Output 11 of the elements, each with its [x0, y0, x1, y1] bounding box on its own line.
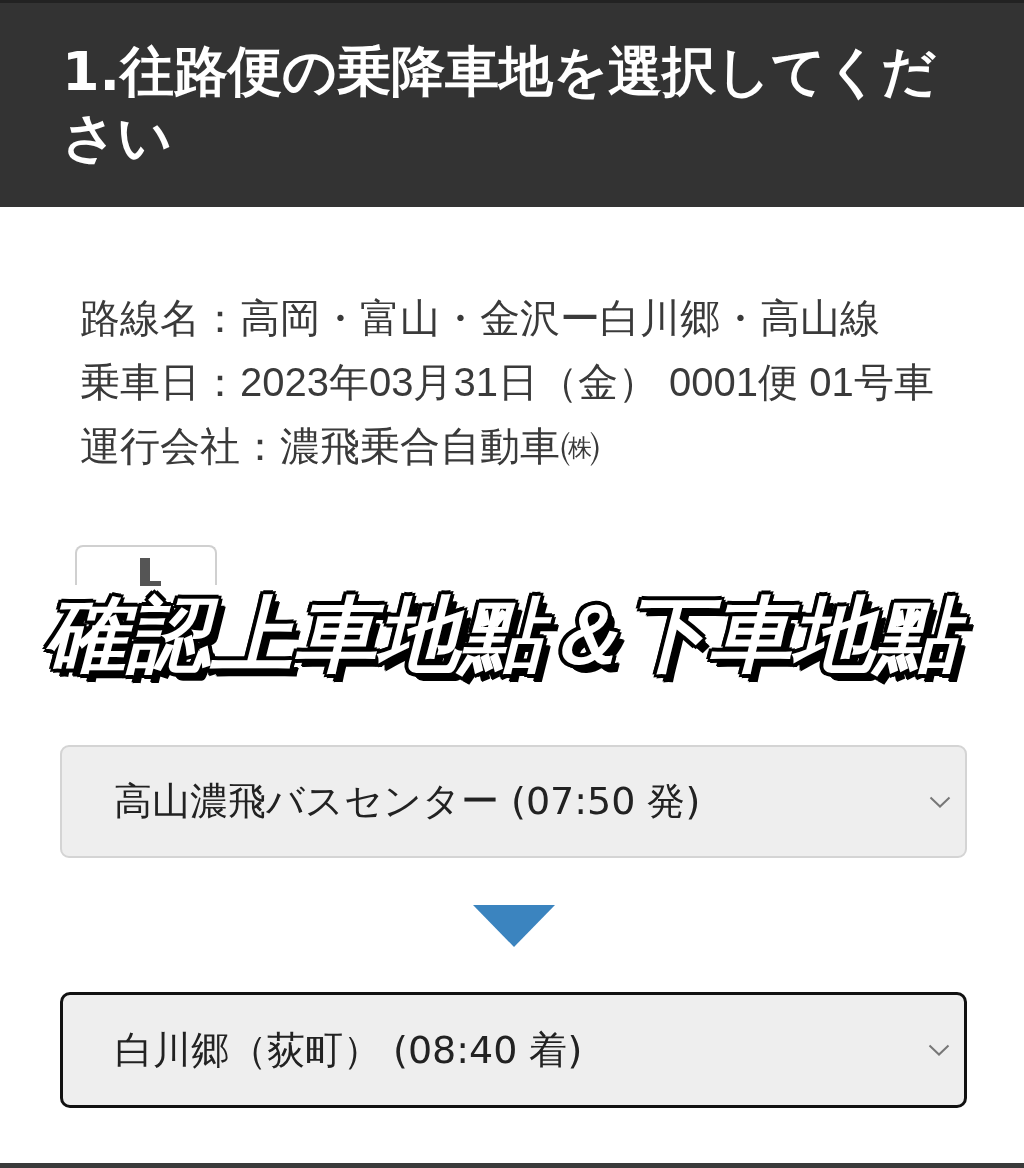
- stop-select[interactable]: 白川郷（荻町） (08:40 着): [60, 992, 967, 1108]
- info-line: 運行会社：濃飛乗合自動車㈱: [80, 423, 601, 470]
- icon-button[interactable]: [75, 545, 217, 585]
- chevron-icon: [928, 1044, 950, 1056]
- stop-select[interactable]: 高山濃飛バスセンター (07:50 発): [60, 745, 967, 858]
- caption-text: 確認上車地點＆下車地點: [38, 587, 974, 691]
- info-line: 路線名：高岡・富山・金沢ー白川郷・高山線: [80, 295, 881, 342]
- down-triangle-icon: [472, 905, 555, 947]
- info-line: 乗車日：2023年03月31日（金） 0001便 01号車: [80, 359, 935, 406]
- chevron-icon: [929, 795, 951, 808]
- page-title: 1.往路便の乗降車地を選択してください: [62, 39, 938, 171]
